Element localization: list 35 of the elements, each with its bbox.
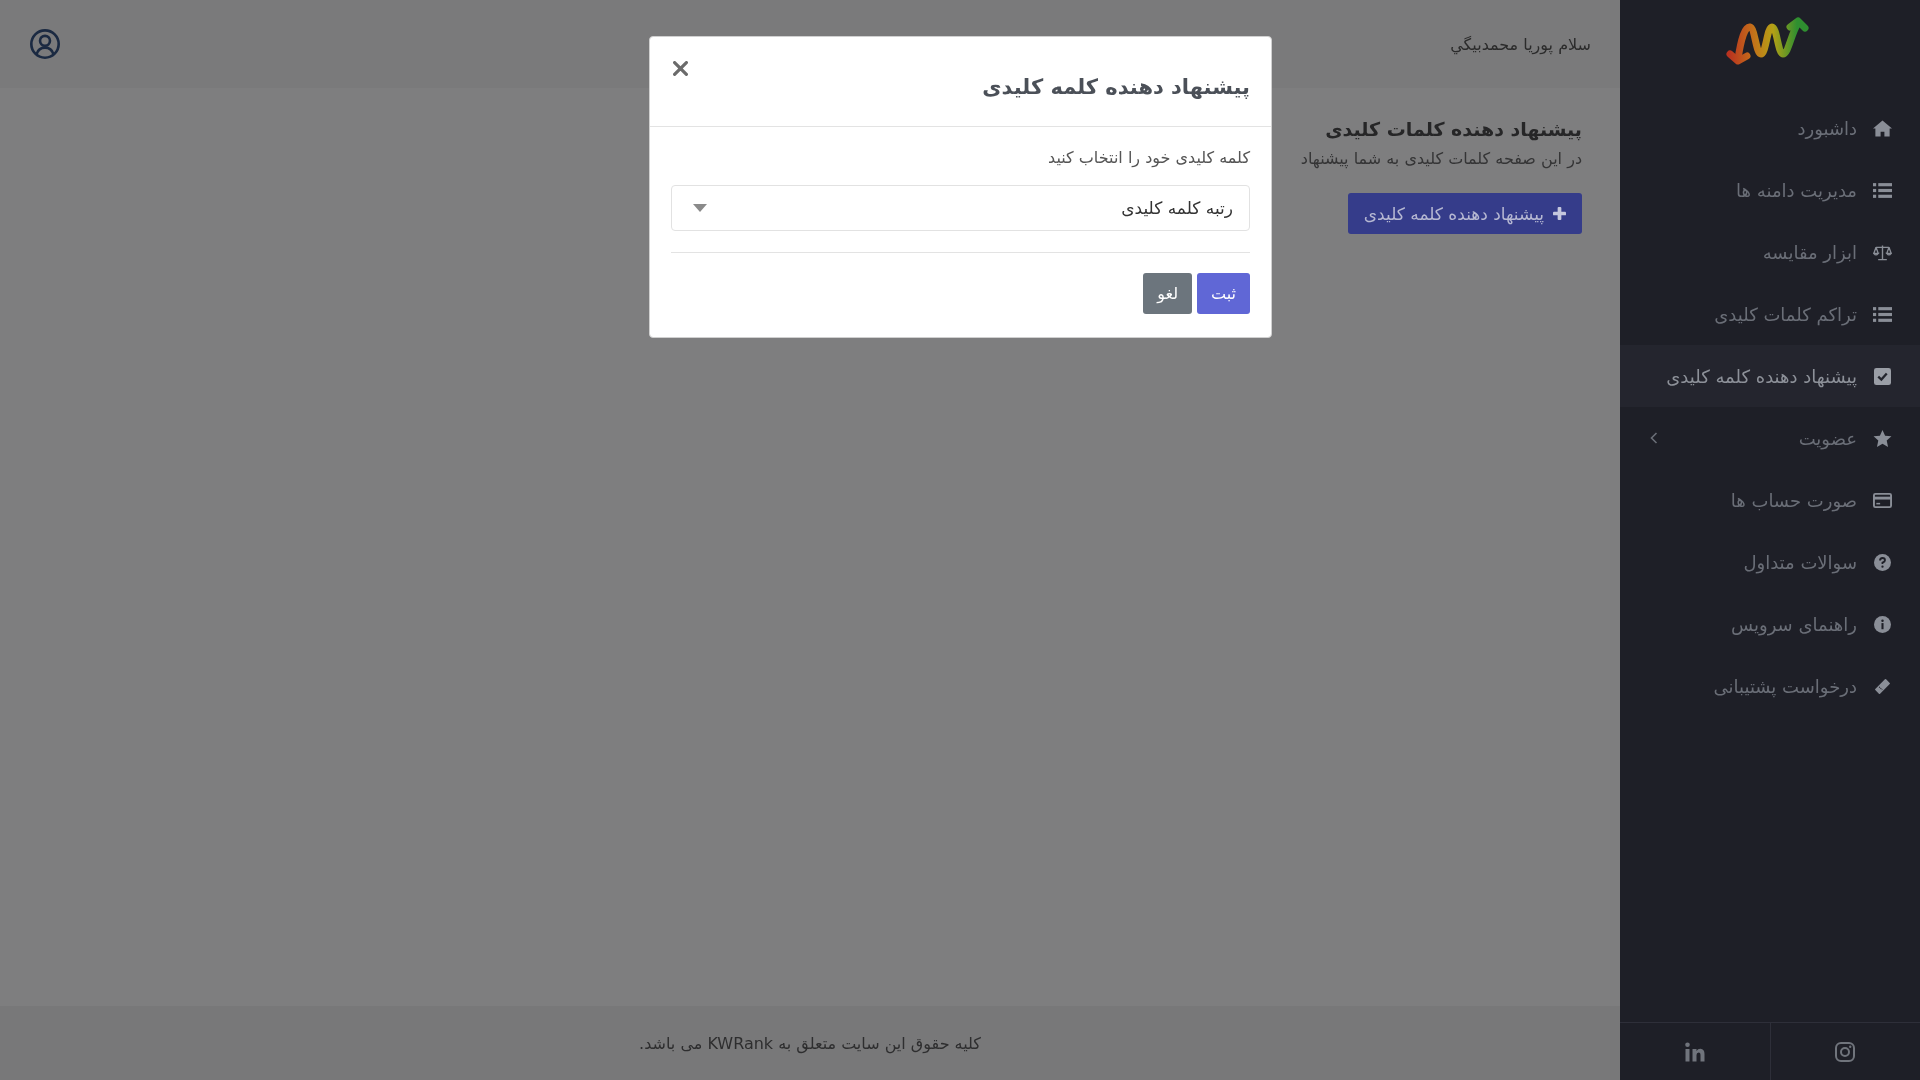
sidebar-item[interactable]: سوالات متداول — [1620, 531, 1920, 593]
info-icon — [1873, 615, 1892, 633]
field-label: کلمه کلیدی خود را انتخاب کنید — [1048, 147, 1250, 170]
question-icon — [1873, 553, 1892, 571]
cancel-button[interactable]: لغو — [1143, 273, 1192, 314]
submit-button[interactable]: ثبت — [1197, 273, 1250, 314]
home-icon — [1873, 119, 1892, 137]
star-icon — [1873, 429, 1892, 447]
sidebar-item[interactable]: صورت حساب ها — [1620, 469, 1920, 531]
copyright-text: کلیه حقوق این سایت متعلق به KWRank می باشد. — [639, 1033, 981, 1053]
page-title: پیشنهاد دهنده کلمات کلیدی — [1325, 117, 1582, 143]
instagram-icon[interactable] — [1835, 1041, 1856, 1062]
list-icon — [1873, 181, 1892, 199]
sidebar-item[interactable]: ابزار مقایسه — [1620, 221, 1920, 283]
checked-box-icon — [1873, 367, 1892, 385]
close-icon — [672, 60, 688, 76]
sidebar-item[interactable]: داشبورد — [1620, 97, 1920, 159]
sidebar-item[interactable]: عضویت — [1620, 407, 1920, 469]
plus-icon — [1553, 207, 1566, 220]
sidebar-item[interactable]: راهنمای سرویس — [1620, 593, 1920, 655]
list-icon — [1873, 305, 1892, 323]
user-greeting: سلام پوریا محمدبیگي — [1450, 34, 1591, 54]
sidebar-item[interactable]: تراکم کلمات کلیدی — [1620, 283, 1920, 345]
keyword-select[interactable]: رتبه کلمه کلیدی — [671, 185, 1250, 231]
credit-card-icon — [1873, 491, 1892, 509]
page-description: در این صفحه کلمات کلیدی به شما پیشنهاد — [1300, 148, 1582, 171]
modal-title: پیشنهاد دهنده کلمه کلیدی — [982, 74, 1250, 101]
scales-icon — [1873, 243, 1892, 261]
user-avatar-icon[interactable] — [30, 29, 60, 59]
linkedin-icon[interactable] — [1684, 1041, 1705, 1062]
caret-icon — [693, 204, 707, 212]
sidebar-item[interactable]: درخواست پشتیبانی — [1620, 655, 1920, 717]
sidebar-item[interactable]: پیشنهاد دهنده کلمه کلیدی — [1620, 345, 1920, 407]
sidebar-item[interactable]: مدیریت دامنه ها — [1620, 159, 1920, 221]
add-keyword-button[interactable]: پیشنهاد دهنده کلمه کلیدی — [1347, 193, 1582, 234]
